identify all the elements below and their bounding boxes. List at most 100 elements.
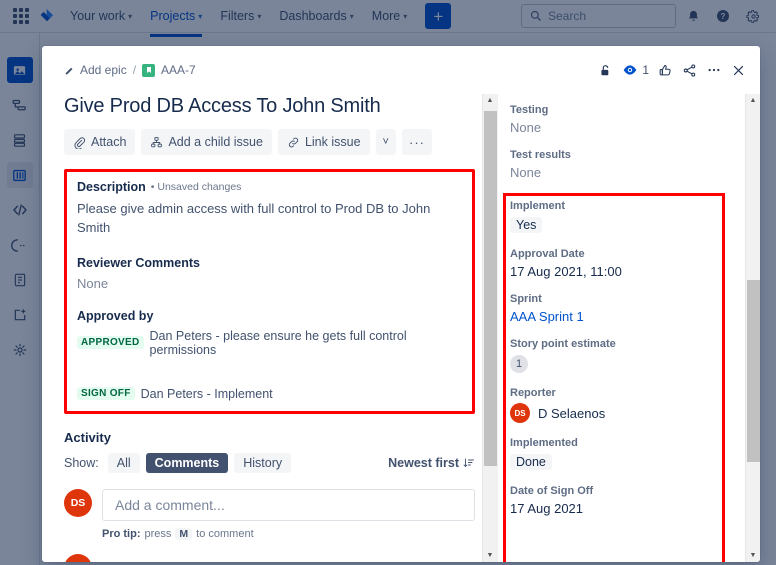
field-approval-date-label: Approval Date: [510, 248, 585, 260]
pro-tip: Pro tip: press M to comment: [102, 527, 475, 540]
main-scrollbar[interactable]: ▲ ▼: [482, 94, 497, 562]
sort-order-label: Newest first: [388, 455, 459, 470]
modal-body: Give Prod DB Access To John Smith Attach…: [42, 94, 760, 562]
ellipsis-icon: ···: [408, 134, 425, 150]
watch-eye-icon[interactable]: [622, 62, 638, 78]
pro-tip-mid: press: [144, 527, 172, 540]
field-implemented-value-wrap[interactable]: Done: [510, 453, 746, 471]
sort-descending-icon: [463, 458, 474, 467]
issue-details-sidebar: Testing None Test results None Implement…: [497, 94, 760, 562]
approved-badge: APPROVED: [77, 336, 144, 350]
field-reporter-value-wrap[interactable]: DS D Selaenos: [510, 403, 746, 423]
add-child-issue-label: Add a child issue: [168, 135, 263, 149]
link-icon: [288, 137, 299, 147]
pro-tip-key: M: [175, 527, 193, 540]
modal-header-actions: 1: [598, 62, 746, 78]
issue-detail-modal: Add epic / AAA-7 1 Give Prod DB Access T…: [42, 46, 760, 562]
add-epic-label: Add epic: [80, 63, 127, 77]
issue-action-buttons: Attach Add a child issue Link issue ˅ ··…: [64, 129, 475, 155]
field-story-point-estimate-label: Story point estimate: [510, 338, 616, 350]
issue-main-scroll: Give Prod DB Access To John Smith Attach…: [64, 94, 497, 562]
field-date-of-sign-off-label: Date of Sign Off: [510, 485, 594, 497]
field-testing: Testing None: [510, 104, 746, 135]
description-highlight-box: Description • Unsaved changes Please giv…: [64, 169, 475, 414]
field-story-point-estimate-value-wrap[interactable]: 1: [510, 354, 746, 373]
link-issue-button[interactable]: Link issue: [277, 129, 370, 155]
field-test-results-value[interactable]: None: [510, 165, 746, 180]
child-issue-icon: [151, 136, 163, 147]
screen-root: Your work ▾ Projects ▾ Filters ▾ Dashboa…: [0, 0, 776, 565]
page-title: Give Prod DB Access To John Smith: [64, 95, 381, 117]
unsaved-changes-note: • Unsaved changes: [150, 181, 242, 193]
main-scrollbar-thumb[interactable]: [483, 111, 497, 466]
scroll-up-arrow-icon[interactable]: ▲: [746, 94, 761, 107]
description-text[interactable]: Please give admin access with full contr…: [77, 200, 462, 238]
field-date-of-sign-off-value[interactable]: 17 Aug 2021: [510, 501, 746, 516]
field-test-results-label: Test results: [510, 149, 571, 161]
details-scrollbar[interactable]: ▲ ▼: [745, 94, 760, 562]
field-approval-date: Approval Date 17 Aug 2021, 11:00: [510, 248, 746, 279]
issue-details-scroll: Testing None Test results None Implement…: [498, 94, 760, 562]
sort-order-button[interactable]: Newest first: [388, 456, 475, 470]
field-implement-value: Yes: [510, 217, 543, 233]
more-links-dropdown-button[interactable]: ˅: [375, 129, 396, 155]
watch-count: 1: [642, 63, 649, 77]
activity-heading: Activity: [64, 429, 111, 445]
main-scrollbar-track[interactable]: [483, 107, 498, 549]
field-implement: Implement Yes: [510, 200, 746, 234]
details-scrollbar-track[interactable]: [746, 107, 761, 549]
scroll-up-arrow-icon[interactable]: ▲: [483, 94, 498, 107]
unlock-icon[interactable]: [598, 63, 613, 78]
approval-entry: APPROVED Dan Peters - please ensure he g…: [77, 329, 462, 357]
issue-key-link[interactable]: AAA-7: [161, 63, 196, 77]
more-actions-icon[interactable]: [706, 62, 722, 78]
comment-input[interactable]: Add a comment...: [102, 488, 475, 521]
approval-entry-text: Dan Peters - please ensure he gets full …: [149, 328, 407, 357]
field-implement-value-wrap[interactable]: Yes: [510, 216, 746, 234]
avatar: DS: [510, 403, 530, 423]
field-testing-value[interactable]: None: [510, 120, 746, 135]
field-approval-date-value[interactable]: 17 Aug 2021, 11:00: [510, 264, 746, 279]
issue-main-column: Give Prod DB Access To John Smith Attach…: [42, 94, 497, 562]
field-reporter-label: Reporter: [510, 387, 556, 399]
scroll-down-arrow-icon[interactable]: ▼: [746, 549, 761, 562]
tab-all[interactable]: All: [107, 452, 140, 473]
details-scrollbar-thumb[interactable]: [746, 280, 760, 462]
pro-tip-prefix: Pro tip:: [102, 527, 141, 540]
field-implemented-label: Implemented: [510, 437, 578, 449]
approved-by-label: Approved by: [77, 308, 154, 323]
share-icon[interactable]: [682, 63, 697, 78]
field-sprint-value[interactable]: AAA Sprint 1: [510, 309, 746, 324]
field-reporter: Reporter DS D Selaenos: [510, 387, 746, 423]
field-sprint: Sprint AAA Sprint 1: [510, 293, 746, 324]
reviewer-comments-value[interactable]: None: [77, 276, 462, 291]
pro-tip-suffix: to comment: [196, 527, 254, 540]
signoff-entry: SIGN OFF Dan Peters - Implement: [77, 387, 462, 401]
breadcrumb-separator: /: [132, 63, 137, 77]
chevron-down-icon: ˅: [382, 136, 389, 148]
pencil-icon: [65, 67, 73, 74]
close-icon[interactable]: [731, 63, 746, 78]
add-comment-row: DS Add a comment...: [64, 488, 475, 521]
tab-comments[interactable]: Comments: [145, 452, 229, 473]
link-issue-label: Link issue: [304, 135, 361, 149]
signoff-entry-text: Dan Peters - Implement: [140, 386, 273, 401]
add-child-issue-button[interactable]: Add a child issue: [141, 129, 272, 155]
field-implemented-value: Done: [510, 454, 552, 470]
description-label: Description • Unsaved changes: [77, 180, 462, 194]
attach-label: Attach: [91, 135, 127, 149]
add-epic-button[interactable]: Add epic: [64, 63, 127, 77]
field-date-of-sign-off: Date of Sign Off 17 Aug 2021: [510, 485, 746, 516]
scroll-down-arrow-icon[interactable]: ▼: [483, 549, 498, 562]
breadcrumb: Add epic / AAA-7: [64, 63, 196, 77]
tab-history[interactable]: History: [234, 452, 292, 473]
comment-author[interactable]: D Selaenos: [102, 561, 169, 562]
like-thumbsup-icon[interactable]: [658, 63, 673, 78]
field-reporter-value: D Selaenos: [538, 405, 606, 421]
field-sprint-label: Sprint: [510, 293, 542, 305]
issue-more-actions-button[interactable]: ···: [401, 129, 432, 155]
field-story-point-estimate: Story point estimate 1: [510, 338, 746, 373]
attach-button[interactable]: Attach: [64, 129, 136, 155]
story-type-icon: [142, 63, 156, 77]
comment-item: DS D Selaenos 3 days ago: [64, 553, 475, 562]
